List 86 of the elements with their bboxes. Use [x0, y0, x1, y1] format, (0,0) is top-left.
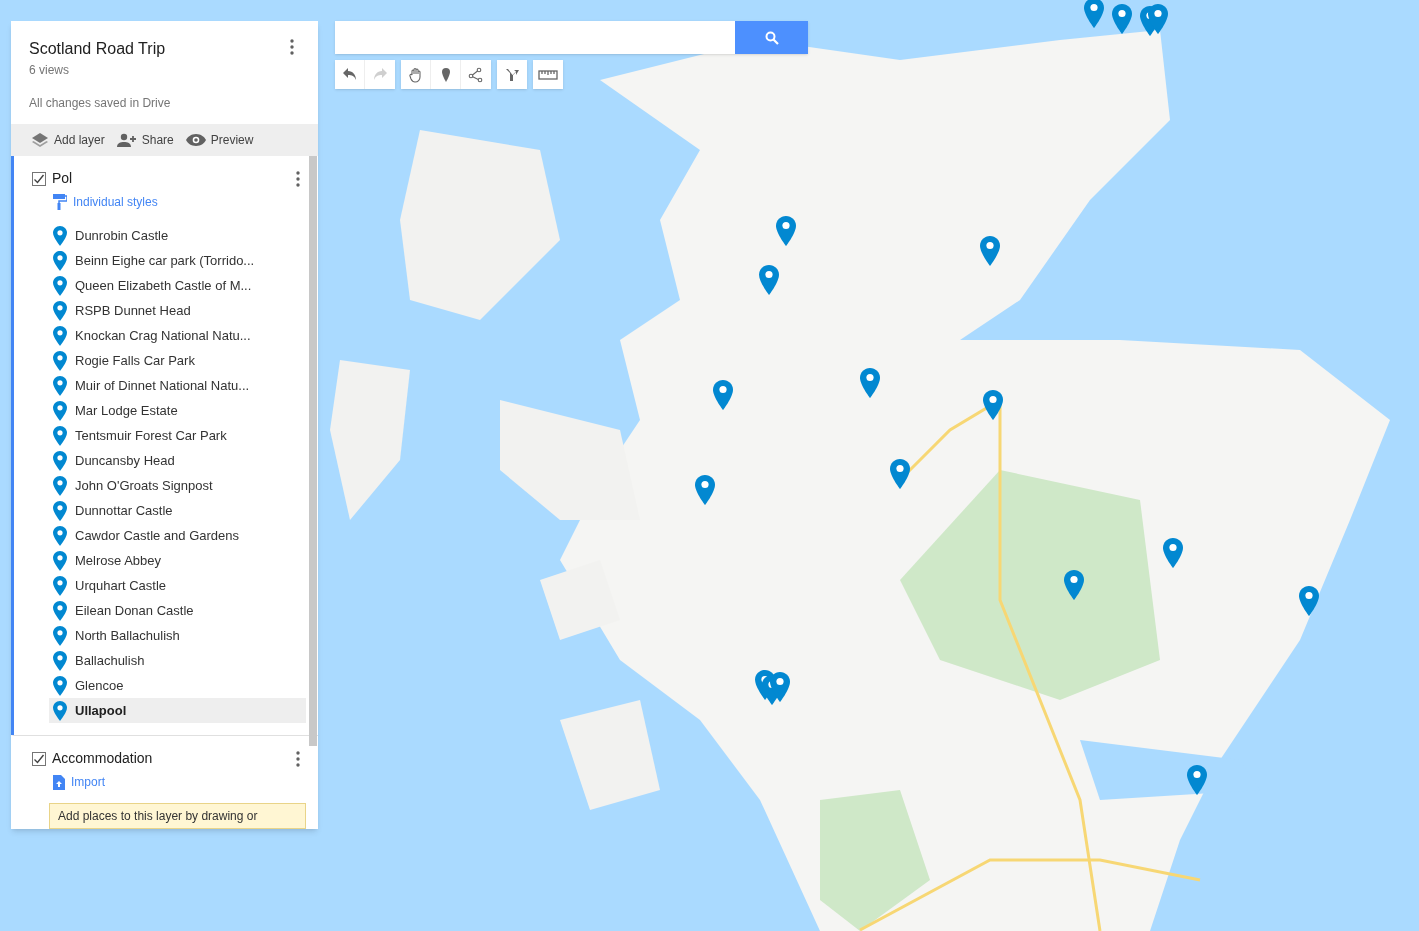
line-icon: [468, 66, 484, 83]
style-link[interactable]: Individual styles: [53, 193, 158, 211]
place-list-item[interactable]: Ullapool: [49, 698, 306, 723]
more-vertical-icon: [296, 750, 300, 767]
place-list-item[interactable]: RSPB Dunnet Head: [49, 298, 306, 323]
place-list-item[interactable]: Mar Lodge Estate: [49, 398, 306, 423]
place-list-item[interactable]: Queen Elizabeth Castle of M...: [49, 273, 306, 298]
layer-checkbox[interactable]: [32, 751, 46, 766]
place-list-item[interactable]: Beinn Eighe car park (Torrido...: [49, 248, 306, 273]
place-list-item[interactable]: Urquhart Castle: [49, 573, 306, 598]
map-pin-icon: [983, 390, 1003, 420]
map-pin-icon: [695, 475, 715, 505]
map-pin-icon: [1112, 4, 1132, 34]
map-pin-icon: [1148, 4, 1168, 34]
ruler-icon: [538, 68, 558, 81]
place-marker-icon: [53, 375, 67, 396]
place-marker-icon: [53, 450, 67, 471]
more-vertical-icon: [290, 39, 294, 55]
add-person-icon: [116, 133, 137, 147]
place-list-item[interactable]: Eilean Donan Castle: [49, 598, 306, 623]
place-list-item[interactable]: Knockan Crag National Natu...: [49, 323, 306, 348]
layer-name[interactable]: Accommodation: [52, 748, 284, 769]
place-list-item[interactable]: Muir of Dinnet National Natu...: [49, 373, 306, 398]
map-pin-icon: [1187, 765, 1207, 795]
place-list-item[interactable]: Tentsmuir Forest Car Park: [49, 423, 306, 448]
place-list-item[interactable]: Ballachulish: [49, 648, 306, 673]
map-pin-icon: [1299, 586, 1319, 616]
more-vertical-icon: [296, 170, 300, 187]
layer-checkbox[interactable]: [32, 171, 46, 186]
action-button[interactable]: Add layer: [31, 131, 105, 149]
map-pin-icon: [890, 459, 910, 489]
directions-icon: [504, 66, 520, 83]
place-marker-icon: [53, 475, 67, 496]
place-marker-icon: [53, 400, 67, 421]
place-marker-icon: [53, 325, 67, 346]
place-list-item[interactable]: Dunnottar Castle: [49, 498, 306, 523]
save-status: All changes saved in Drive: [29, 95, 172, 112]
place-marker-icon: [53, 350, 67, 371]
place-list-item[interactable]: Melrose Abbey: [49, 548, 306, 573]
place-marker-icon: [53, 575, 67, 596]
map-pin-icon: [860, 368, 880, 398]
place-list-item[interactable]: Glencoe: [49, 673, 306, 698]
place-marker-icon: [53, 525, 67, 546]
file-upload-icon: [53, 774, 65, 790]
map-title[interactable]: Scotland Road Trip: [29, 37, 284, 61]
paint-roller-icon: [53, 194, 67, 210]
place-list-item[interactable]: Rogie Falls Car Park: [49, 348, 306, 373]
map-pin-icon: [759, 265, 779, 295]
layer-name[interactable]: Pol: [52, 168, 284, 189]
place-marker-icon: [53, 650, 67, 671]
place-list-item[interactable]: John O'Groats Signpost: [49, 473, 306, 498]
map-pin-icon: [770, 672, 790, 702]
map-pin-icon: [1084, 0, 1104, 28]
search-field[interactable]: [335, 21, 735, 54]
place-marker-icon: [53, 275, 67, 296]
place-marker-icon: [53, 500, 67, 521]
hand-icon: [407, 66, 424, 83]
import-link[interactable]: Import: [53, 773, 105, 791]
place-marker-icon: [53, 625, 67, 646]
layers-icon: [31, 132, 49, 148]
search-icon: [764, 30, 779, 45]
place-marker-icon: [53, 300, 67, 321]
place-marker-icon: [53, 700, 67, 721]
scrollbar-thumb[interactable]: [309, 156, 317, 746]
place-list-item[interactable]: North Ballachulish: [49, 623, 306, 648]
map-pin-icon: [1163, 538, 1183, 568]
map-pin-icon: [713, 380, 733, 410]
hint-tooltip: Add places to this layer by drawing or: [49, 803, 306, 829]
place-marker-icon: [53, 250, 67, 271]
place-list-item[interactable]: Cawdor Castle and Gardens: [49, 523, 306, 548]
place-marker-icon: [53, 675, 67, 696]
check-icon: [33, 172, 45, 185]
place-marker-icon: [53, 425, 67, 446]
map-pin-icon: [1064, 570, 1084, 600]
action-button[interactable]: Preview: [185, 131, 254, 149]
map-pin-icon: [776, 216, 796, 246]
place-list-item[interactable]: Dunrobin Castle: [49, 223, 306, 248]
place-marker-icon: [53, 550, 67, 571]
eye-icon: [185, 133, 206, 147]
place-marker-icon: [53, 600, 67, 621]
check-icon: [33, 752, 45, 765]
map-pin-icon: [980, 236, 1000, 266]
view-count: 6 views: [29, 62, 70, 79]
place-list-item[interactable]: Duncansby Head: [49, 448, 306, 473]
action-button[interactable]: Share: [116, 131, 174, 149]
place-marker-icon: [53, 225, 67, 246]
